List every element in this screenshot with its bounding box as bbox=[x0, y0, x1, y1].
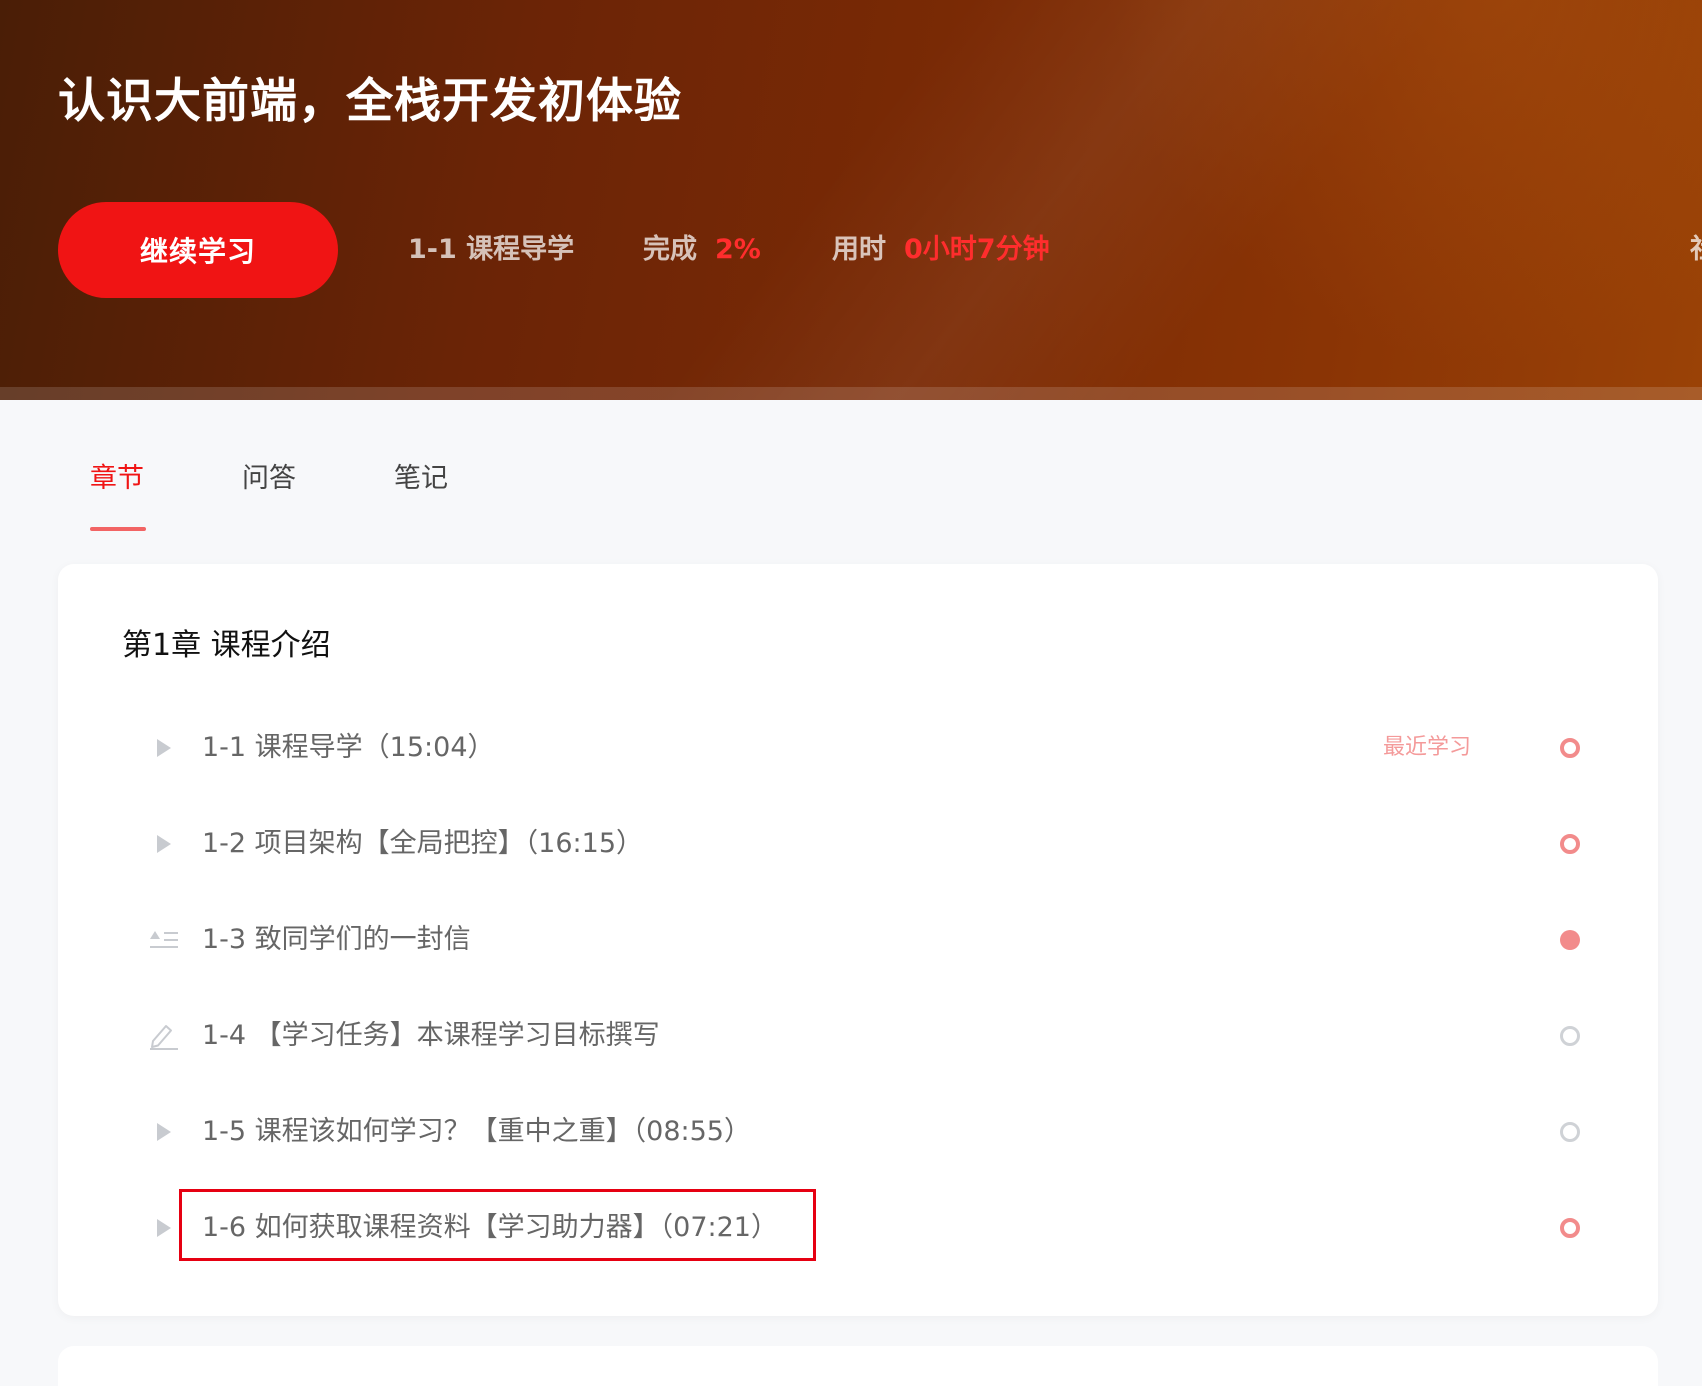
progress-stat: 完成 2% bbox=[643, 231, 761, 269]
truncated-header-item[interactable]: 社 bbox=[1690, 231, 1702, 269]
header-decoration bbox=[1042, 0, 1702, 400]
active-tab-indicator bbox=[90, 527, 146, 531]
lesson-item-1-3[interactable]: 1-3 致同学们的一封信 bbox=[140, 910, 1580, 970]
lesson-status-icon bbox=[1560, 834, 1580, 854]
play-icon bbox=[148, 828, 180, 860]
lesson-title: 1-5 课程该如何学习？【重中之重】（08:55） bbox=[202, 1116, 751, 1147]
lesson-title: 1-4 【学习任务】本课程学习目标撰写 bbox=[202, 1020, 660, 1051]
play-icon bbox=[148, 1116, 180, 1148]
lesson-item-1-4[interactable]: 1-4 【学习任务】本课程学习目标撰写 bbox=[140, 1006, 1580, 1066]
lesson-title: 1-3 致同学们的一封信 bbox=[202, 924, 471, 955]
lesson-title: 1-1 课程导学（15:04） bbox=[202, 732, 495, 763]
header-bottom-stripe bbox=[0, 387, 1702, 400]
play-icon bbox=[148, 1212, 180, 1244]
recently-studied-badge: 最近学习 bbox=[1382, 735, 1471, 760]
tab-qa[interactable]: 问答 bbox=[242, 460, 296, 498]
course-header bbox=[0, 0, 1702, 400]
continue-learning-button[interactable]: 继续学习 bbox=[58, 202, 338, 298]
article-icon bbox=[148, 924, 180, 956]
lesson-status-icon bbox=[1560, 738, 1580, 758]
lesson-item-1-1[interactable]: 1-1 课程导学（15:04） 最近学习 bbox=[140, 718, 1580, 778]
lesson-item-1-2[interactable]: 1-2 项目架构【全局把控】（16:15） bbox=[140, 814, 1580, 874]
play-icon bbox=[148, 732, 180, 764]
next-chapter-card bbox=[58, 1346, 1658, 1386]
study-time-stat: 用时 0小时7分钟 bbox=[832, 231, 1050, 269]
lesson-item-1-5[interactable]: 1-5 课程该如何学习？【重中之重】（08:55） bbox=[140, 1102, 1580, 1162]
lesson-item-1-6[interactable]: 1-6 如何获取课程资料【学习助力器】（07:21） bbox=[140, 1198, 1580, 1258]
lesson-title: 1-2 项目架构【全局把控】（16:15） bbox=[202, 828, 643, 859]
lesson-status-icon bbox=[1560, 1122, 1580, 1142]
lesson-status-icon bbox=[1560, 1218, 1580, 1238]
chapter-title: 第1章 课程介绍 bbox=[122, 628, 331, 663]
progress-value: 2% bbox=[715, 234, 761, 265]
lesson-status-icon bbox=[1560, 1026, 1580, 1046]
progress-label: 完成 bbox=[643, 234, 697, 265]
edit-icon bbox=[148, 1020, 180, 1052]
tab-notes[interactable]: 笔记 bbox=[394, 460, 448, 498]
lesson-title: 1-6 如何获取课程资料【学习助力器】（07:21） bbox=[202, 1212, 778, 1243]
lesson-status-icon bbox=[1560, 930, 1580, 950]
time-value: 0小时7分钟 bbox=[904, 234, 1050, 265]
time-label: 用时 bbox=[832, 234, 886, 265]
course-title: 认识大前端，全栈开发初体验 bbox=[58, 74, 682, 129]
tab-chapters[interactable]: 章节 bbox=[90, 460, 144, 498]
current-lesson-link[interactable]: 1-1 课程导学 bbox=[408, 231, 574, 269]
